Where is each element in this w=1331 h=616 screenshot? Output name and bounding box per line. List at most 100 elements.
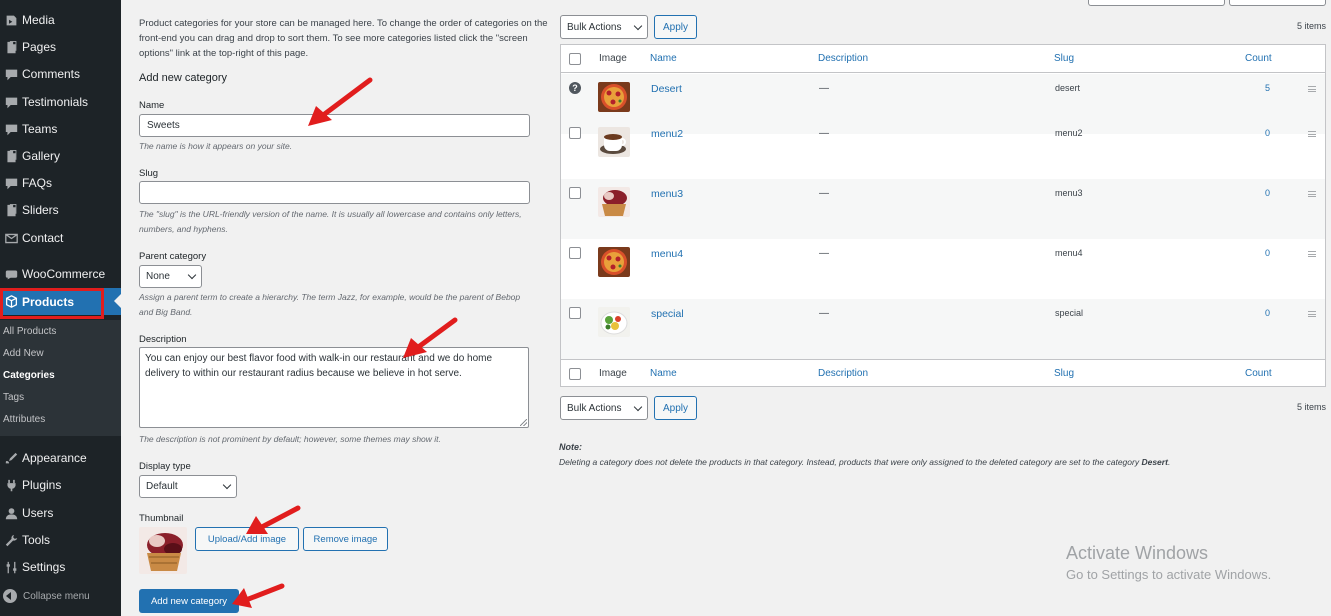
select-all-checkbox-footer[interactable]	[569, 368, 581, 380]
category-thumbnail	[598, 247, 630, 277]
sidebar-item-label: Contact	[22, 231, 64, 245]
table-footer: Image Name Description Slug Count	[561, 359, 1325, 387]
apply-button-bottom[interactable]: Apply	[654, 396, 697, 420]
sidebar-item-teams[interactable]: Teams	[0, 116, 121, 142]
sidebar-item-woocommerce[interactable]: WooCommerce	[0, 261, 121, 287]
category-name-link[interactable]: menu4	[651, 248, 683, 260]
sidebar-item-label: Comments	[22, 67, 81, 81]
category-count-link[interactable]: 0	[1265, 188, 1270, 198]
category-description: —	[819, 188, 829, 199]
sidebar-item-plugins[interactable]: Plugins	[0, 472, 121, 498]
drag-handle-icon[interactable]	[1308, 311, 1316, 317]
products-icon	[0, 295, 22, 308]
row-checkbox[interactable]	[569, 247, 581, 259]
column-count[interactable]: Count	[1245, 368, 1272, 379]
category-count-link[interactable]: 0	[1265, 248, 1270, 258]
column-slug[interactable]: Slug	[1054, 368, 1074, 379]
column-count[interactable]: Count	[1245, 53, 1272, 64]
faqs-icon	[0, 177, 22, 190]
sidebar-item-label: FAQs	[22, 176, 53, 190]
row-checkbox[interactable]	[569, 187, 581, 199]
chevron-down-icon	[187, 270, 197, 280]
submenu-attributes[interactable]: Attributes	[3, 414, 45, 425]
category-slug: desert	[1055, 83, 1081, 93]
sidebar-item-tools[interactable]: Tools	[0, 527, 121, 553]
search-box-edge[interactable]	[1088, 0, 1225, 6]
category-thumbnail	[598, 307, 630, 337]
category-description: —	[819, 248, 829, 259]
column-name[interactable]: Name	[650, 368, 677, 379]
sidebar-item-media[interactable]: Media	[0, 7, 121, 33]
sidebar-item-appearance[interactable]: Appearance	[0, 445, 121, 471]
table-row: menu3 — menu3 0	[561, 179, 1325, 239]
column-slug[interactable]: Slug	[1054, 53, 1074, 64]
note-default-category: Desert	[1141, 457, 1168, 467]
resize-handle-icon[interactable]	[520, 419, 527, 426]
display-type-select[interactable]: Default	[139, 475, 237, 498]
drag-handle-icon[interactable]	[1308, 251, 1316, 257]
category-name-link[interactable]: Desert	[651, 83, 682, 95]
category-count-link[interactable]: 5	[1265, 83, 1270, 93]
submenu-tags[interactable]: Tags	[3, 392, 24, 403]
remove-image-button[interactable]: Remove image	[303, 527, 388, 551]
select-all-checkbox[interactable]	[569, 53, 581, 65]
sidebar-item-products[interactable]: Products	[0, 288, 121, 315]
category-name-link[interactable]: menu2	[651, 128, 683, 140]
gallery-icon	[0, 149, 22, 163]
sidebar-item-users[interactable]: Users	[0, 500, 121, 526]
column-description[interactable]: Description	[818, 53, 868, 64]
sidebar-item-sliders[interactable]: Sliders	[0, 197, 121, 223]
category-name-link[interactable]: special	[651, 308, 684, 320]
row-checkbox[interactable]	[569, 307, 581, 319]
category-description: —	[819, 128, 829, 139]
category-count-link[interactable]: 0	[1265, 308, 1270, 318]
submenu-add-new[interactable]: Add New	[3, 348, 44, 359]
sidebar-item-label: Plugins	[22, 478, 62, 492]
submenu-categories[interactable]: Categories	[3, 370, 55, 381]
name-field[interactable]: Sweets	[139, 114, 530, 137]
category-count-link[interactable]: 0	[1265, 128, 1270, 138]
search-button-edge[interactable]	[1229, 0, 1326, 6]
category-description: —	[819, 308, 829, 319]
thumbnail-label: Thumbnail	[139, 513, 184, 524]
bulk-actions-select-top[interactable]: Bulk Actions	[560, 15, 648, 39]
row-checkbox[interactable]	[569, 127, 581, 139]
slug-field[interactable]	[139, 181, 530, 204]
column-description[interactable]: Description	[818, 368, 868, 379]
slug-label: Slug	[139, 168, 159, 179]
users-icon	[0, 507, 22, 520]
submenu-all-products[interactable]: All Products	[3, 326, 56, 337]
sidebar-item-label: Sliders	[22, 203, 59, 217]
table-row: menu2 — menu2 0	[561, 119, 1325, 179]
note-title: Note:	[559, 442, 582, 452]
apply-button-top[interactable]: Apply	[654, 15, 697, 39]
category-name-link[interactable]: menu3	[651, 188, 683, 200]
drag-handle-icon[interactable]	[1308, 131, 1316, 137]
items-count-top: 5 items	[1296, 21, 1326, 31]
sidebar-item-contact[interactable]: Contact	[0, 225, 121, 251]
description-field[interactable]: You can enjoy our best flavor food with …	[139, 347, 529, 428]
bulk-actions-select-bottom[interactable]: Bulk Actions	[560, 396, 648, 420]
sidebar-item-comments[interactable]: Comments	[0, 61, 121, 87]
category-slug: special	[1055, 308, 1084, 318]
drag-handle-icon[interactable]	[1308, 191, 1316, 197]
woocommerce-icon	[0, 268, 22, 281]
display-type-value: Default	[146, 481, 178, 492]
add-new-category-button[interactable]: Add new category	[139, 589, 239, 613]
column-name[interactable]: Name	[650, 53, 677, 64]
collapse-menu-button[interactable]: Collapse menu	[0, 586, 121, 606]
sidebar-item-gallery[interactable]: Gallery	[0, 143, 121, 169]
collapse-label: Collapse menu	[23, 590, 90, 602]
teams-icon	[0, 123, 22, 136]
parent-category-select[interactable]: None	[139, 265, 202, 288]
appearance-icon	[0, 452, 22, 465]
sidebar-item-faqs[interactable]: FAQs	[0, 170, 121, 196]
sidebar-item-testimonials[interactable]: Testimonials	[0, 89, 121, 115]
sidebar-item-settings[interactable]: Settings	[0, 554, 121, 580]
sidebar-item-pages[interactable]: Pages	[0, 34, 121, 60]
upload-image-button[interactable]: Upload/Add image	[195, 527, 299, 551]
sidebar-item-label: Appearance	[22, 451, 87, 465]
category-description: —	[819, 83, 829, 94]
column-image: Image	[599, 368, 627, 379]
drag-handle-icon[interactable]	[1308, 86, 1316, 92]
